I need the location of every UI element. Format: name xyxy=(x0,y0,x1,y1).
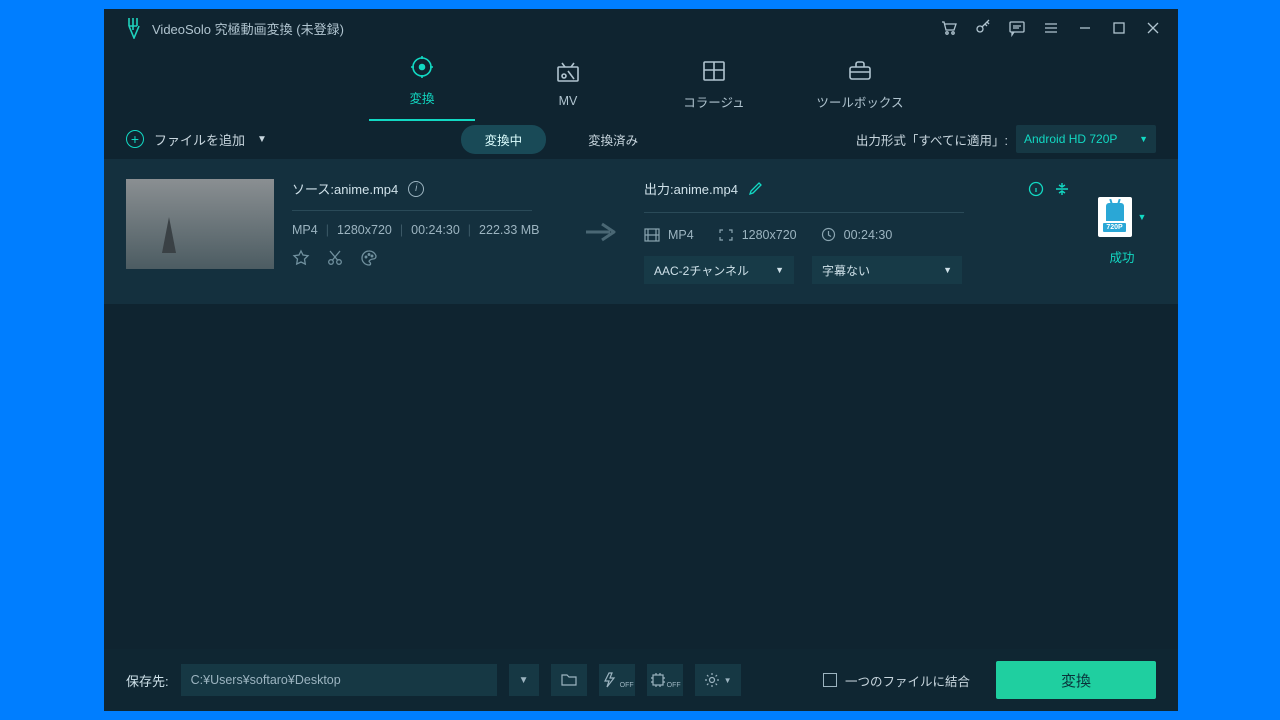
arrow-icon xyxy=(578,221,626,243)
main-tabs: 変換 MV コラージュ ツールボックス xyxy=(104,47,1178,119)
open-folder-button[interactable] xyxy=(551,664,587,696)
src-container: MP4 xyxy=(292,223,318,237)
cut-icon[interactable] xyxy=(326,249,344,267)
tab-mv-label: MV xyxy=(559,94,578,108)
convert-icon xyxy=(408,52,436,82)
src-resolution: 1280x720 xyxy=(337,223,392,237)
source-meta: MP4| 1280x720| 00:24:30| 222.33 MB xyxy=(292,223,560,237)
save-path[interactable]: C:¥Users¥softaro¥Desktop xyxy=(181,664,497,696)
file-item: ソース:anime.mp4 i MP4| 1280x720| 00:24:30|… xyxy=(104,159,1178,304)
info-circle-icon[interactable] xyxy=(1028,181,1044,197)
merge-label: 一つのファイルに結合 xyxy=(845,671,970,690)
film-icon xyxy=(644,228,660,242)
edit-icon[interactable] xyxy=(748,181,763,196)
out-resolution: 1280x720 xyxy=(742,228,797,242)
add-file-label: ファイルを追加 xyxy=(154,130,245,149)
output-column: 出力:anime.mp4 MP4 1280x720 00:24:30 AAC-2… xyxy=(644,179,1070,284)
bottombar: 保存先: C:¥Users¥softaro¥Desktop ▼ OFF OFF … xyxy=(104,649,1178,711)
maximize-icon[interactable] xyxy=(1102,11,1136,45)
subtitle-select-value: 字幕ない xyxy=(822,262,870,279)
audio-select[interactable]: AAC-2チャンネル ▼ xyxy=(644,256,794,284)
video-thumbnail[interactable] xyxy=(126,179,274,269)
format-badge[interactable]: 720P xyxy=(1098,197,1132,237)
tab-convert[interactable]: 変換 xyxy=(376,52,468,115)
collage-icon xyxy=(700,56,728,86)
filter-converted[interactable]: 変換済み xyxy=(564,125,662,154)
tab-toolbox[interactable]: ツールボックス xyxy=(814,56,906,111)
app-title: VideoSolo 究極動画変換 (未登録) xyxy=(152,19,344,38)
output-apply-label: 出力形式「すべてに適用」: xyxy=(856,130,1008,149)
source-column: ソース:anime.mp4 i MP4| 1280x720| 00:24:30|… xyxy=(292,179,560,267)
add-file-button[interactable]: + ファイルを追加 ▼ xyxy=(126,130,267,149)
info-icon[interactable]: i xyxy=(408,181,424,197)
save-path-dropdown[interactable]: ▼ xyxy=(509,664,539,696)
titlebar: VideoSolo 究極動画変換 (未登録) xyxy=(104,9,1178,47)
output-filename: 出力:anime.mp4 xyxy=(644,179,738,198)
src-duration: 00:24:30 xyxy=(411,223,460,237)
app-logo-icon xyxy=(126,17,142,39)
hw-accel-button[interactable]: OFF xyxy=(599,664,635,696)
star-icon[interactable] xyxy=(292,249,310,267)
gpu-button[interactable]: OFF xyxy=(647,664,683,696)
toolbox-icon xyxy=(846,56,874,86)
format-badge-label: 720P xyxy=(1103,223,1125,232)
tab-convert-label: 変換 xyxy=(409,88,434,107)
plus-icon: + xyxy=(126,130,144,148)
out-duration: 00:24:30 xyxy=(844,228,893,242)
chevron-down-icon: ▼ xyxy=(775,265,784,275)
output-format-value: Android HD 720P xyxy=(1024,132,1117,146)
settings-button[interactable]: ▼ xyxy=(695,664,741,696)
src-size: 222.33 MB xyxy=(479,223,539,237)
palette-icon[interactable] xyxy=(360,249,378,267)
output-format-dropdown[interactable]: Android HD 720P ▼ xyxy=(1016,125,1156,153)
menu-icon[interactable] xyxy=(1034,11,1068,45)
file-list: ソース:anime.mp4 i MP4| 1280x720| 00:24:30|… xyxy=(104,159,1178,649)
checkbox-icon xyxy=(823,673,837,687)
app-window: VideoSolo 究極動画変換 (未登録) 変換 MV コラージュ ツールボッ… xyxy=(104,9,1178,711)
close-icon[interactable] xyxy=(1136,11,1170,45)
android-icon xyxy=(1106,203,1124,221)
audio-select-value: AAC-2チャンネル xyxy=(654,262,749,279)
tab-collage-label: コラージュ xyxy=(683,92,744,111)
chevron-down-icon: ▼ xyxy=(257,134,267,145)
clock-icon xyxy=(821,227,836,242)
subtitle-select[interactable]: 字幕ない ▼ xyxy=(812,256,962,284)
compress-icon[interactable] xyxy=(1054,181,1070,197)
minimize-icon[interactable] xyxy=(1068,11,1102,45)
chevron-down-icon: ▼ xyxy=(943,265,952,275)
filter-converting[interactable]: 変換中 xyxy=(461,125,547,154)
tab-toolbox-label: ツールボックス xyxy=(816,92,903,111)
cart-icon[interactable] xyxy=(932,11,966,45)
expand-icon xyxy=(718,228,734,242)
source-filename: ソース:anime.mp4 xyxy=(292,179,398,198)
save-to-label: 保存先: xyxy=(126,671,169,690)
out-container: MP4 xyxy=(668,228,694,242)
format-column: 720P ▼ 成功 xyxy=(1088,197,1156,266)
tab-collage[interactable]: コラージュ xyxy=(668,56,760,111)
chevron-down-icon: ▼ xyxy=(1139,134,1148,144)
subbar: + ファイルを追加 ▼ 変換中 変換済み 出力形式「すべてに適用」: Andro… xyxy=(104,119,1178,159)
chevron-down-icon[interactable]: ▼ xyxy=(1138,212,1147,222)
feedback-icon[interactable] xyxy=(1000,11,1034,45)
convert-button[interactable]: 変換 xyxy=(996,661,1156,699)
merge-checkbox[interactable]: 一つのファイルに結合 xyxy=(823,671,970,690)
key-icon[interactable] xyxy=(966,11,1000,45)
mv-icon xyxy=(554,58,582,88)
item-status: 成功 xyxy=(1109,247,1134,266)
tab-mv[interactable]: MV xyxy=(522,58,614,108)
